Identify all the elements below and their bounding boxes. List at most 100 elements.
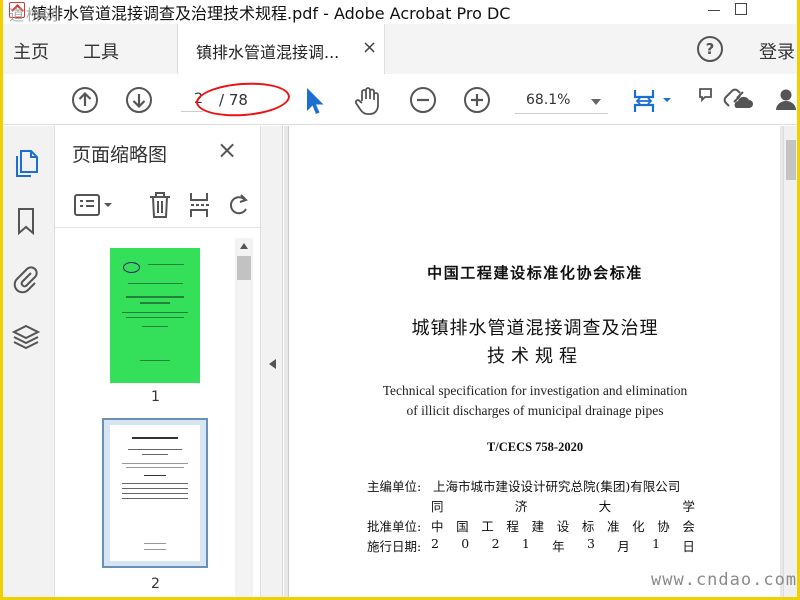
doc-approver-char: 协 [657, 519, 670, 534]
zoom-value: 68.1% [526, 92, 571, 108]
thumbnail-list: 1 2 [55, 238, 235, 597]
thumbnail-scroll-thumb[interactable] [237, 256, 251, 280]
doc-effective-char: 日 [682, 539, 695, 554]
doc-approver-char: 准 [606, 519, 620, 534]
tab-strip-right [385, 24, 797, 74]
fit-page-icon[interactable] [631, 86, 679, 116]
doc-effective-char: 0 [461, 536, 470, 551]
document-scroll-thumb[interactable] [786, 140, 796, 180]
window-title: 镇排水管道混接调查及治理技术规程.pdf - Adobe Acrobat Pro… [31, 4, 511, 23]
doc-title-line1: 城镇排水管道混接调查及治理 [411, 318, 659, 339]
page-number-input[interactable]: 2 [181, 88, 203, 112]
doc-coeditor-row: 同 济 大 学 [431, 496, 695, 515]
doc-effective-char: 1 [652, 536, 661, 551]
doc-effective-char: 2 [431, 536, 439, 551]
watermark-bottom-right: www.cndao.com [651, 570, 797, 590]
doc-editor-value: 上海市城市建设设计研究总院(集团)有限公司 [433, 479, 681, 494]
acrobat-window: 镇排水管道混接调查及治理技术规程.pdf - Adobe Acrobat Pro… [3, 0, 797, 597]
doc-title-line2: 技术规程 [487, 346, 583, 367]
zoom-out-icon[interactable] [409, 86, 437, 114]
doc-approver-char: 国 [456, 519, 469, 534]
doc-effective-value: 2 0 2 1 年 3 月 1 日 [431, 536, 695, 555]
document-viewer: 中国工程建设标准化协会标准 城镇排水管道混接调查及治理 技术规程 Technic… [284, 126, 797, 597]
doc-english-title-line1: Technical specification for investigatio… [382, 383, 688, 398]
doc-approver-char: 建 [531, 519, 545, 534]
thumbnail-page-2 [110, 425, 200, 561]
comment-icon[interactable] [697, 86, 713, 116]
share-link-icon[interactable] [723, 86, 757, 116]
doc-approver-char: 中 [431, 519, 444, 534]
thumbnail-page-2-selected[interactable] [102, 418, 208, 568]
thumbnail-options-icon[interactable] [73, 192, 115, 218]
doc-approver-char: 标 [581, 519, 595, 534]
thumbnail-scrollbar[interactable] [235, 238, 253, 597]
zoom-in-icon[interactable] [463, 86, 491, 114]
doc-approver-char: 化 [632, 519, 645, 534]
page-total: / 78 [219, 91, 248, 109]
doc-coeditor-char: 大 [598, 499, 612, 514]
doc-effective-label: 施行日期: [367, 539, 422, 554]
doc-english-title-line2: of illicit discharges of municipal drain… [406, 403, 664, 418]
doc-org-title: 中国工程建设标准化协会标准 [427, 264, 643, 282]
cecs-logo-icon [123, 262, 140, 273]
next-page-icon[interactable] [125, 86, 153, 114]
document-scrollbar[interactable] [783, 126, 797, 597]
panel-title: 页面缩略图 [72, 144, 168, 166]
zoom-dropdown[interactable]: 68.1% [515, 88, 608, 114]
delete-page-icon[interactable] [147, 190, 173, 220]
tab-label: 镇排水管道混接调... [196, 43, 340, 62]
doc-approver-char: 会 [682, 519, 695, 534]
page-thumbnails-panel: 页面缩略图 × 1 2 [55, 126, 261, 597]
rotate-page-icon[interactable] [227, 190, 251, 220]
minimize-icon[interactable] [708, 10, 720, 11]
maximize-icon[interactable] [735, 3, 747, 15]
prev-page-icon[interactable] [71, 86, 99, 114]
doc-standard-code: T/CECS 758-2020 [486, 440, 584, 454]
doc-approver-char: 程 [506, 519, 519, 534]
document-page: 中国工程建设标准化协会标准 城镇排水管道混接调查及治理 技术规程 Technic… [288, 126, 780, 597]
help-icon[interactable]: ? [697, 36, 723, 62]
scroll-up-icon[interactable] [240, 243, 248, 249]
layers-icon[interactable] [11, 322, 41, 352]
thumbnail-label-2: 2 [151, 576, 160, 592]
login-button[interactable]: 登录 [759, 38, 795, 64]
menu-bar: 主页 工具 镇排水管道混接调... × ? 登录 [3, 24, 797, 74]
select-cursor-icon[interactable] [303, 86, 327, 116]
panel-collapse-handle[interactable] [261, 126, 283, 597]
doc-approver-value: 中 国 工 程 建 设 标 准 化 协 会 [431, 516, 695, 535]
attachment-icon[interactable] [11, 264, 41, 294]
title-bar: 镇排水管道混接调查及治理技术规程.pdf - Adobe Acrobat Pro… [3, 0, 797, 24]
doc-coeditor-char: 学 [682, 499, 695, 514]
insert-page-icon[interactable] [187, 190, 213, 220]
doc-effective-char: 2 [491, 536, 500, 551]
toolbar: 2 / 78 68.1% [3, 75, 797, 125]
doc-editor-label: 主编单位: [367, 479, 422, 494]
thumbnail-label-1: 1 [151, 389, 160, 405]
doc-editor-row: 主编单位: 上海市城市建设设计研究总院(集团)有限公司 [367, 476, 697, 495]
document-tab[interactable]: 镇排水管道混接调... × [177, 24, 385, 74]
chevron-down-icon [591, 99, 601, 105]
home-menu-item[interactable]: 主页 [13, 38, 49, 64]
page-number-box: 2 / 78 [181, 88, 271, 112]
page-thumbnails-icon[interactable] [11, 148, 41, 178]
collapse-left-icon [269, 359, 276, 369]
doc-coeditor-char: 同 [431, 499, 444, 514]
panel-close-icon[interactable]: × [217, 136, 237, 164]
doc-approver-label: 批准单位: [367, 519, 422, 534]
watermark-top-left: 道桥网 [9, 6, 61, 24]
doc-effective-char: 1 [521, 536, 530, 551]
doc-coeditor-char: 济 [514, 499, 528, 514]
hand-icon[interactable] [353, 86, 383, 116]
tools-menu-item[interactable]: 工具 [83, 38, 119, 64]
thumbnail-page-1[interactable] [110, 248, 200, 383]
tab-close-icon[interactable]: × [362, 37, 377, 58]
panel-toolbar [55, 184, 261, 228]
account-icon[interactable] [775, 86, 797, 116]
doc-approver-char: 设 [556, 519, 570, 534]
doc-approver-char: 工 [481, 519, 494, 534]
bookmark-icon[interactable] [11, 206, 41, 236]
doc-effective-char: 3 [586, 536, 595, 551]
doc-effective-char: 月 [617, 539, 630, 554]
left-nav-rail [3, 126, 55, 597]
doc-effective-char: 年 [552, 539, 565, 554]
